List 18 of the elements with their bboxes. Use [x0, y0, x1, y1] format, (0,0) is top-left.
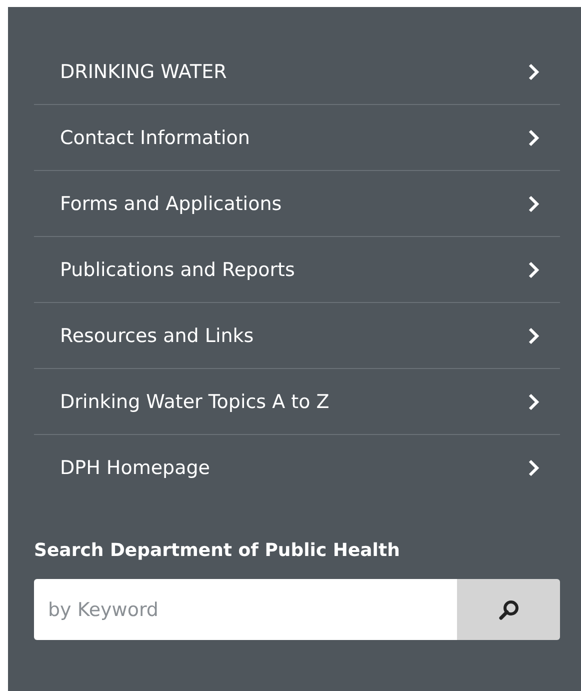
- search-heading: Search Department of Public Health: [34, 540, 401, 561]
- chevron-right-icon: [528, 194, 540, 212]
- chevron-right-icon: [528, 128, 540, 146]
- nav-link[interactable]: Resources and Links: [34, 303, 560, 369]
- search-field[interactable]: by Keyword: [34, 579, 457, 640]
- chevron-right-icon: [528, 458, 540, 476]
- nav-link[interactable]: DPH Homepage: [34, 435, 560, 500]
- chevron-right-icon: [528, 326, 540, 344]
- nav-link[interactable]: Publications and Reports: [34, 237, 560, 303]
- search-icon: [498, 598, 520, 620]
- chevron-right-icon: [528, 260, 540, 278]
- chevron-right-icon: [528, 392, 540, 410]
- nav-link[interactable]: DRINKING WATER: [34, 39, 560, 105]
- chevron-right-icon: [528, 62, 540, 80]
- nav-link[interactable]: Drinking Water Topics A to Z: [34, 369, 560, 435]
- nav-link[interactable]: Contact Information: [34, 105, 560, 171]
- nav-link[interactable]: Forms and Applications: [34, 171, 560, 237]
- search-button[interactable]: [457, 579, 560, 640]
